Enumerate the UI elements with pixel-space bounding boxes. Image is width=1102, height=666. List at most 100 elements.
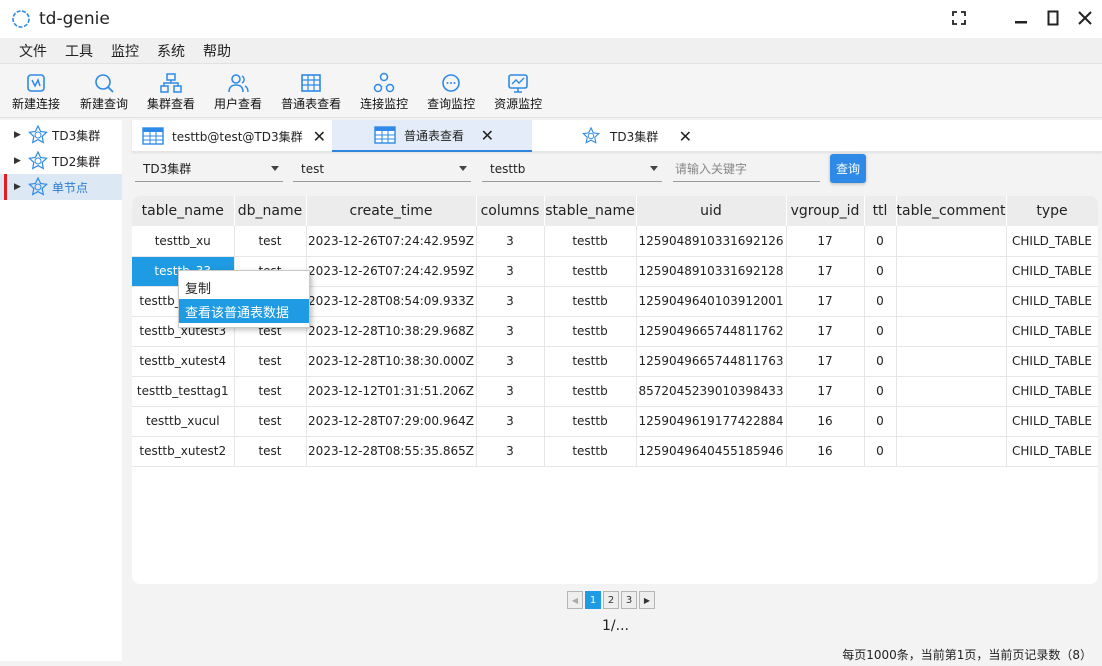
column-header-uid[interactable]: uid <box>636 196 787 226</box>
table-cell[interactable]: CHILD_TABLE <box>1006 286 1098 317</box>
table-cell[interactable]: test <box>234 226 307 257</box>
table-cell[interactable]: CHILD_TABLE <box>1006 256 1098 287</box>
tree-item-td2-cluster[interactable]: ▶ TD2集群 <box>0 148 122 174</box>
table-cell[interactable]: testtb <box>544 406 637 437</box>
table-cell[interactable]: testtb_testtag1 <box>132 376 235 407</box>
table-cell[interactable] <box>896 256 1007 287</box>
table-cell[interactable]: 0 <box>864 256 897 287</box>
column-header-create-time[interactable]: create_time <box>306 196 477 226</box>
table-row[interactable]: testtb_xutest4 test 2023-12-28T10:38:30.00… <box>132 346 1098 377</box>
table-cell[interactable]: testtb <box>544 316 637 347</box>
table-cell[interactable]: 17 <box>786 316 865 347</box>
minimize-icon[interactable] <box>1012 8 1030 28</box>
connection-monitor-button[interactable]: 连接监控 <box>360 72 408 112</box>
table-cell[interactable]: test <box>234 346 307 377</box>
prev-page-button[interactable]: ◀ <box>567 591 583 609</box>
table-cell[interactable]: 2023-12-28T10:38:30.000Z <box>306 346 477 377</box>
column-header-stable-name[interactable]: stable_name <box>544 196 637 226</box>
table-cell[interactable]: CHILD_TABLE <box>1006 376 1098 407</box>
table-cell[interactable]: test <box>234 406 307 437</box>
column-header-table-comment[interactable]: table_comment <box>896 196 1007 226</box>
close-icon[interactable]: ✕ <box>481 126 494 145</box>
column-header-ttl[interactable]: ttl <box>864 196 897 226</box>
table-cell[interactable]: 17 <box>786 286 865 317</box>
table-cell[interactable]: CHILD_TABLE <box>1006 316 1098 347</box>
table-cell[interactable]: 0 <box>864 286 897 317</box>
table-cell[interactable] <box>896 436 1007 467</box>
table-cell[interactable]: 2023-12-28T08:54:09.933Z <box>306 286 477 317</box>
table-cell[interactable]: 3 <box>476 316 545 347</box>
fullscreen-icon[interactable] <box>950 8 968 28</box>
menu-monitor[interactable]: 监控 <box>111 41 139 61</box>
table-cell[interactable] <box>896 406 1007 437</box>
table-cell[interactable]: 1259048910331692126 <box>636 226 787 257</box>
menu-file[interactable]: 文件 <box>19 41 47 61</box>
cluster-view-button[interactable]: 集群查看 <box>147 72 195 112</box>
table-cell[interactable] <box>896 316 1007 347</box>
table-cell[interactable]: 17 <box>786 226 865 257</box>
table-cell[interactable]: 0 <box>864 316 897 347</box>
table-cell[interactable]: 3 <box>476 436 545 467</box>
menu-system[interactable]: 系统 <box>157 41 185 61</box>
table-cell[interactable]: testtb <box>544 226 637 257</box>
table-cell[interactable]: 1259049665744811762 <box>636 316 787 347</box>
table-cell[interactable] <box>896 226 1007 257</box>
table-cell[interactable]: 17 <box>786 346 865 377</box>
tab-testtb-query[interactable]: testtb@test@TD3集群 ✕ <box>132 120 332 152</box>
table-cell[interactable]: 1259049640103912001 <box>636 286 787 317</box>
table-row[interactable]: testtb_xucul test 2023-12-28T07:29:00.964Z… <box>132 406 1098 437</box>
expand-arrow-icon[interactable]: ▶ <box>14 130 22 140</box>
table-cell[interactable]: 3 <box>476 286 545 317</box>
table-cell[interactable]: testtb <box>544 436 637 467</box>
page-button[interactable]: 2 <box>603 591 619 609</box>
new-connection-button[interactable]: 新建连接 <box>12 72 60 112</box>
table-cell[interactable] <box>896 286 1007 317</box>
table-cell[interactable]: testtb <box>544 286 637 317</box>
new-query-button[interactable]: 新建查询 <box>80 72 128 112</box>
menu-tools[interactable]: 工具 <box>65 41 93 61</box>
table-cell[interactable]: CHILD_TABLE <box>1006 436 1098 467</box>
table-row[interactable]: testtb_xu test 2023-12-26T07:24:42.959Z 3 te… <box>132 226 1098 257</box>
table-cell[interactable]: 3 <box>476 376 545 407</box>
table-cell[interactable]: 17 <box>786 256 865 287</box>
table-view-button[interactable]: 普通表查看 <box>281 72 341 112</box>
table-cell[interactable]: 3 <box>476 346 545 377</box>
table-cell[interactable]: 17 <box>786 376 865 407</box>
table-cell[interactable]: 2023-12-26T07:24:42.959Z <box>306 256 477 287</box>
query-monitor-button[interactable]: 查询监控 <box>427 72 475 112</box>
table-cell[interactable]: test <box>234 436 307 467</box>
table-cell[interactable]: 2023-12-12T01:31:51.206Z <box>306 376 477 407</box>
table-cell[interactable]: 0 <box>864 436 897 467</box>
column-header-table-name[interactable]: table_name <box>132 196 235 226</box>
resource-monitor-button[interactable]: 资源监控 <box>494 72 542 112</box>
table-cell[interactable]: CHILD_TABLE <box>1006 346 1098 377</box>
table-cell[interactable]: testtb_xutest2 <box>132 436 235 467</box>
close-icon[interactable]: ✕ <box>313 127 326 146</box>
table-cell[interactable]: 1259049665744811763 <box>636 346 787 377</box>
table-cell[interactable]: 0 <box>864 376 897 407</box>
table-cell[interactable]: 2023-12-28T08:55:35.865Z <box>306 436 477 467</box>
table-cell[interactable]: testtb <box>544 346 637 377</box>
table-cell[interactable]: test <box>234 376 307 407</box>
table-cell[interactable]: testtb <box>544 376 637 407</box>
table-cell[interactable]: 2023-12-26T07:24:42.959Z <box>306 226 477 257</box>
menu-help[interactable]: 帮助 <box>203 41 231 61</box>
table-cell[interactable] <box>896 376 1007 407</box>
tab-table-view[interactable]: 普通表查看 ✕ <box>332 120 532 152</box>
expand-arrow-icon[interactable]: ▶ <box>14 156 22 166</box>
tab-td3-cluster[interactable]: TD3集群 ✕ <box>532 120 732 152</box>
maximize-icon[interactable] <box>1044 8 1062 28</box>
page-button[interactable]: 1 <box>585 591 601 609</box>
table-cell[interactable]: 2023-12-28T07:29:00.964Z <box>306 406 477 437</box>
table-cell[interactable]: testtb_xucul <box>132 406 235 437</box>
table-cell[interactable]: 2023-12-28T10:38:29.968Z <box>306 316 477 347</box>
column-header-type[interactable]: type <box>1006 196 1098 226</box>
tree-item-single-node[interactable]: ▶ 单节点 <box>0 174 122 200</box>
tree-item-td3-cluster[interactable]: ▶ TD3集群 <box>0 122 122 148</box>
table-cell[interactable]: 8572045239010398433 <box>636 376 787 407</box>
table-cell[interactable]: 1259049619177422884 <box>636 406 787 437</box>
column-header-columns[interactable]: columns <box>476 196 545 226</box>
expand-arrow-icon[interactable]: ▶ <box>14 182 22 192</box>
table-row[interactable]: testtb_xutest2 test 2023-12-28T08:55:35.86… <box>132 436 1098 467</box>
page-button[interactable]: 3 <box>621 591 637 609</box>
